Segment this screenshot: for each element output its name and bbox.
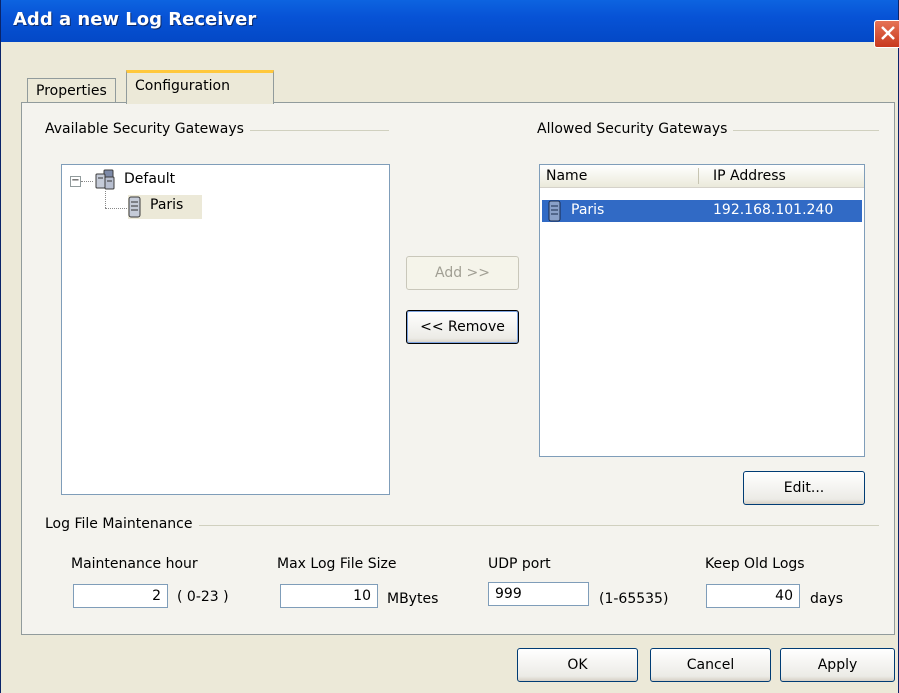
- maintenance-hour-input[interactable]: 2: [73, 584, 168, 608]
- column-separator[interactable]: [698, 168, 699, 184]
- keep-old-logs-label: Keep Old Logs: [705, 556, 805, 572]
- maintenance-group-label: Log File Maintenance: [45, 516, 199, 532]
- keep-old-logs-input[interactable]: 40: [706, 584, 800, 608]
- tree-connector: [105, 208, 127, 209]
- edit-button-label: Edit...: [783, 480, 825, 496]
- row-ip-cell: 192.168.101.240: [713, 202, 834, 218]
- list-row-paris[interactable]: Paris 192.168.101.240: [542, 200, 862, 222]
- add-button[interactable]: Add >>: [406, 256, 519, 290]
- ok-button[interactable]: OK: [517, 648, 638, 682]
- tab-configuration[interactable]: Configuration: [126, 70, 274, 104]
- tree-connector: [81, 181, 93, 182]
- add-button-label: Add >>: [434, 265, 490, 281]
- udp-port-label: UDP port: [488, 556, 551, 572]
- dialog-window: Add a new Log Receiver Properties Config…: [0, 0, 899, 693]
- allowed-group-label: Allowed Security Gateways: [537, 121, 734, 137]
- apply-button[interactable]: Apply: [780, 648, 895, 682]
- tab-properties[interactable]: Properties: [27, 78, 116, 103]
- allowed-gateways-list[interactable]: Name IP Address Paris 192.168.101.240: [539, 164, 865, 457]
- maintenance-hour-label: Maintenance hour: [71, 556, 198, 572]
- cancel-button-label: Cancel: [686, 657, 735, 673]
- window-title: Add a new Log Receiver: [13, 9, 257, 30]
- apply-button-label: Apply: [817, 657, 858, 673]
- max-log-size-unit: MBytes: [387, 591, 439, 607]
- udp-port-input[interactable]: 999: [488, 582, 589, 606]
- available-gateways-tree[interactable]: − Default Paris: [61, 164, 390, 495]
- gateway-group-icon: [95, 169, 115, 190]
- gateway-server-icon: [548, 200, 561, 222]
- maintenance-hour-range: ( 0-23 ): [177, 589, 229, 605]
- tab-configuration-label: Configuration: [135, 78, 230, 94]
- column-header-ip-address[interactable]: IP Address: [703, 165, 863, 187]
- remove-button[interactable]: << Remove: [406, 310, 519, 344]
- tree-collapse-toggle[interactable]: −: [70, 176, 81, 187]
- max-log-size-label: Max Log File Size: [277, 556, 397, 572]
- close-button[interactable]: [874, 20, 899, 48]
- cancel-button[interactable]: Cancel: [650, 648, 771, 682]
- remove-button-label: << Remove: [420, 319, 505, 335]
- gateway-server-icon: [128, 196, 141, 218]
- available-group-label: Available Security Gateways: [45, 121, 250, 137]
- tree-item-paris-label: Paris: [150, 197, 184, 213]
- tab-properties-label: Properties: [36, 83, 107, 99]
- list-header: Name IP Address: [540, 165, 864, 188]
- title-bar[interactable]: Add a new Log Receiver: [1, 0, 898, 42]
- keep-old-logs-unit: days: [810, 591, 844, 607]
- udp-port-range: (1-65535): [599, 591, 669, 607]
- row-name-cell: Paris: [571, 202, 605, 218]
- close-icon: [881, 26, 895, 40]
- column-header-name[interactable]: Name: [540, 165, 700, 187]
- tree-connector: [105, 191, 106, 208]
- tree-item-paris[interactable]: Paris: [128, 195, 202, 219]
- ok-button-label: OK: [567, 657, 588, 673]
- edit-button[interactable]: Edit...: [743, 471, 865, 505]
- tree-item-default-label: Default: [124, 171, 176, 187]
- max-log-size-input[interactable]: 10: [280, 584, 378, 608]
